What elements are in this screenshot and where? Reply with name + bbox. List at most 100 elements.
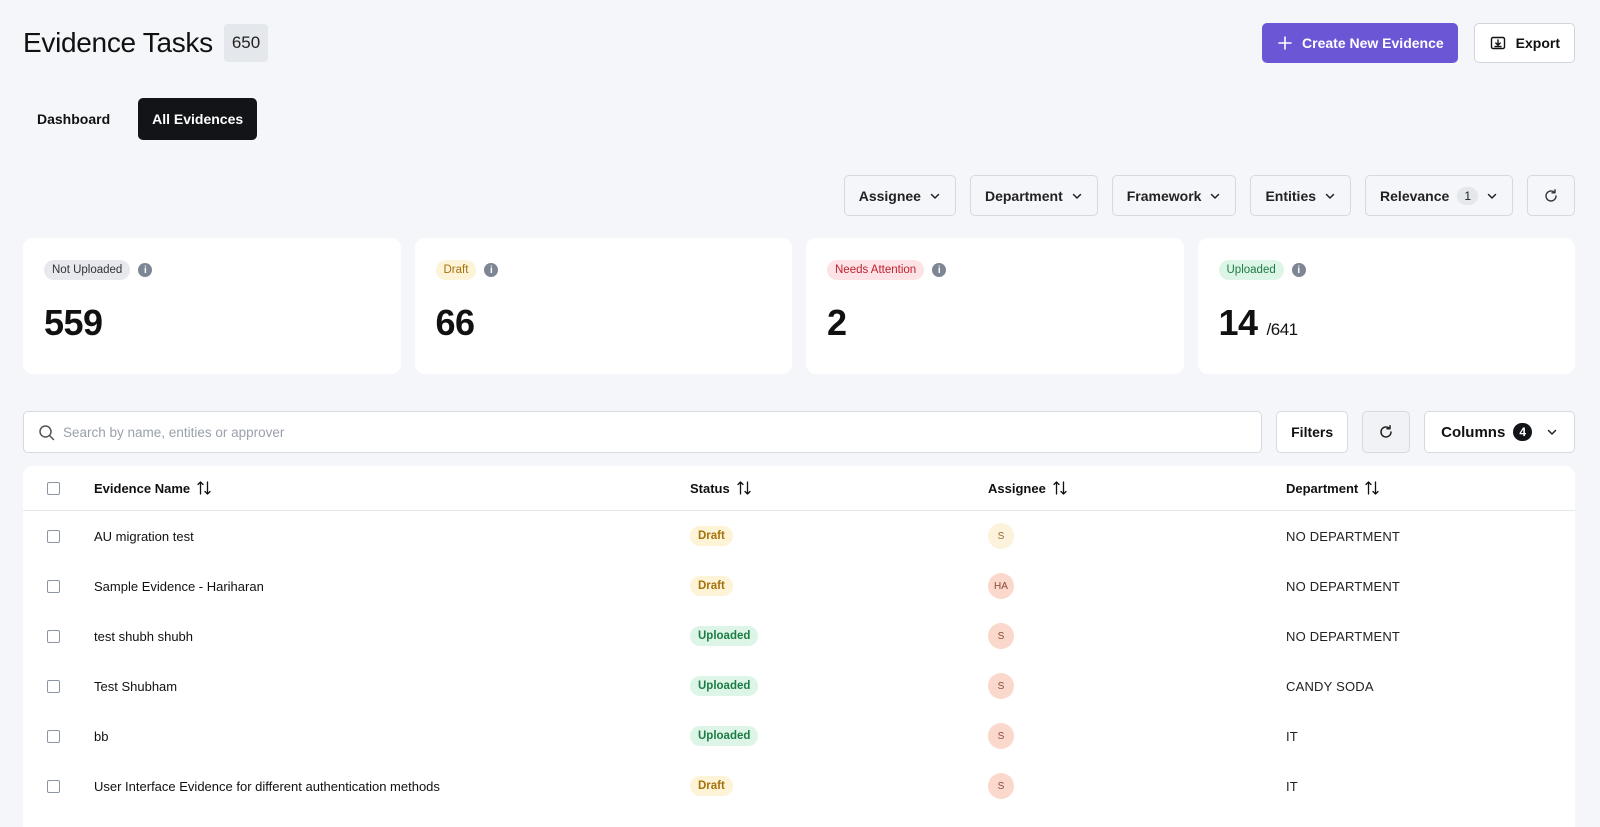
column-header-evidence-name: Evidence Name [94,480,191,496]
relevance-count-badge: 1 [1457,186,1478,205]
create-new-evidence-button[interactable]: Create New Evidence [1262,23,1458,63]
header-actions: Create New Evidence Export [1262,23,1575,63]
column-header-assignee: Assignee [988,480,1046,496]
row-checkbox[interactable] [47,779,60,793]
card-value: 66 [435,302,476,343]
department-cell: IT [1286,778,1298,794]
page-header: Evidence Tasks 650 Create New Evidence E… [23,22,1575,64]
evidence-name[interactable]: Test Shubham [94,679,690,694]
refresh-table-button[interactable] [1362,411,1411,453]
status-badge: Draft [435,260,477,280]
avatar: S [988,623,1014,649]
reset-filters-button[interactable] [1527,175,1575,216]
evidence-name[interactable]: Sample Evidence - Hariharan [94,579,690,594]
status-summary-cards: Not Uploaded i 559 Draft i 66 Needs Atte… [23,238,1575,374]
info-icon[interactable]: i [138,263,153,277]
refresh-icon [1378,424,1394,440]
evidence-name[interactable]: test shubh shubh [94,629,690,644]
not-uploaded-card[interactable]: Not Uploaded i 559 [23,238,401,374]
export-button[interactable]: Export [1473,23,1575,63]
row-checkbox[interactable] [47,679,60,693]
department-cell: CANDY SODA [1286,678,1374,694]
page-title: Evidence Tasks [23,27,213,58]
sort-icon[interactable] [736,480,752,496]
refresh-icon [1543,188,1559,204]
department-cell: NO DEPARTMENT [1286,628,1401,644]
chevron-down-icon [1324,190,1336,202]
table-row[interactable]: test shubh shubh Uploaded S NO DEPARTMEN… [23,611,1575,661]
select-all-checkbox[interactable] [47,481,60,495]
search-input[interactable] [63,424,1248,440]
evidence-name[interactable]: User Interface Evidence for different au… [94,779,690,794]
needs-attention-card[interactable]: Needs Attention i 2 [806,238,1184,374]
evidence-count-badge: 650 [223,24,269,62]
entities-filter-label: Entities [1265,187,1317,204]
table-row[interactable]: User Interface Evidence for different au… [23,761,1575,811]
table-header: Evidence Name Status Assignee Department [23,466,1575,511]
columns-dropdown[interactable]: Columns 4 [1424,411,1575,453]
sort-icon[interactable] [1052,480,1068,496]
status-badge: Draft [690,576,733,596]
framework-filter-dropdown[interactable]: Framework [1111,175,1237,216]
evidence-name[interactable]: AU migration test [94,529,690,544]
export-icon [1490,35,1506,51]
evidence-name[interactable]: bb [94,729,690,744]
evidence-table: Evidence Name Status Assignee Department… [23,466,1575,827]
card-value: 559 [44,302,103,343]
chevron-down-icon [1546,426,1558,438]
row-checkbox[interactable] [47,579,60,593]
row-checkbox[interactable] [47,529,60,543]
info-icon[interactable]: i [484,263,499,277]
sort-icon[interactable] [196,480,212,496]
column-header-status: Status [690,480,730,496]
table-row[interactable]: bb Uploaded S IT [23,711,1575,761]
columns-label: Columns [1441,423,1506,441]
status-badge: Uploaded [690,676,759,696]
filters-button[interactable]: Filters [1276,411,1349,453]
draft-card[interactable]: Draft i 66 [414,238,792,374]
info-icon[interactable]: i [932,263,947,277]
card-total: /641 [1266,320,1299,339]
columns-count-badge: 4 [1513,423,1532,441]
relevance-filter-dropdown[interactable]: Relevance 1 [1365,175,1513,216]
table-row-partial[interactable] [23,811,1575,827]
search-box [23,411,1263,453]
export-label: Export [1515,35,1560,51]
avatar: HA [988,573,1014,599]
entities-filter-dropdown[interactable]: Entities [1250,175,1352,216]
status-badge: Needs Attention [827,260,925,280]
card-value: 2 [827,302,847,343]
tab-dashboard[interactable]: Dashboard [23,98,124,140]
uploaded-card[interactable]: Uploaded i 14 /641 [1197,238,1575,374]
sort-icon[interactable] [1364,480,1380,496]
table-row[interactable]: Test Shubham Uploaded S CANDY SODA [23,661,1575,711]
tab-all-evidences[interactable]: All Evidences [138,98,258,140]
table-row[interactable]: AU migration test Draft S NO DEPARTMENT [23,511,1575,561]
table-row[interactable]: Sample Evidence - Hariharan Draft HA NO … [23,561,1575,611]
chevron-down-icon [1209,190,1221,202]
chevron-down-icon [1071,190,1083,202]
status-badge: Not Uploaded [44,260,131,280]
table-toolbar: Filters Columns 4 [23,411,1575,453]
assignee-filter-label: Assignee [858,187,921,204]
status-badge: Draft [690,526,733,546]
avatar: S [988,773,1014,799]
department-cell: NO DEPARTMENT [1286,528,1401,544]
status-badge: Uploaded [1218,260,1284,280]
info-icon[interactable]: i [1291,263,1306,277]
department-filter-dropdown[interactable]: Department [969,175,1098,216]
assignee-filter-dropdown[interactable]: Assignee [843,175,956,216]
avatar: S [988,723,1014,749]
department-filter-label: Department [984,187,1063,204]
plus-icon [1278,36,1292,50]
view-tabs: Dashboard All Evidences [23,98,258,140]
chevron-down-icon [929,190,941,202]
row-checkbox[interactable] [47,629,60,643]
status-badge: Draft [690,776,733,796]
status-badge: Uploaded [690,726,759,746]
column-header-department: Department [1286,480,1359,496]
row-checkbox[interactable] [47,729,60,743]
filter-bar: Assignee Department Framework Entities R… [843,175,1575,216]
card-value: 14 [1218,302,1259,343]
avatar: S [988,523,1014,549]
